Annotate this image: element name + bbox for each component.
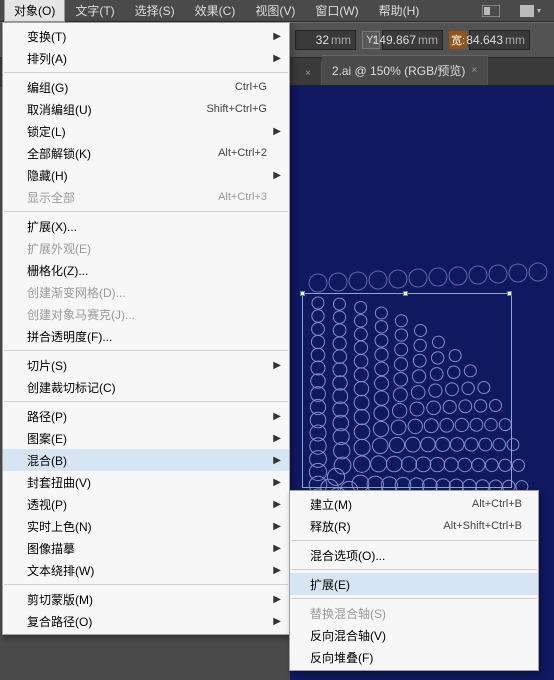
menu-item[interactable]: 复合路径(O)▶ <box>3 610 289 632</box>
workspace-switcher-icon[interactable] <box>518 3 544 19</box>
submenu-arrow-icon: ▶ <box>273 477 281 488</box>
submenu-item[interactable]: 扩展(E) <box>290 573 538 595</box>
menu-item[interactable]: 扩展(X)... <box>3 215 289 237</box>
selection-handle[interactable] <box>507 291 512 296</box>
menu-item[interactable]: 混合(B)▶ <box>3 449 289 471</box>
prev-tab-close[interactable]: × <box>295 62 322 85</box>
document-tab[interactable]: 2.ai @ 150% (RGB/预览) × <box>322 55 488 85</box>
menu-object[interactable]: 对象(O) <box>4 0 65 22</box>
submenu-item[interactable]: 反向堆叠(F) <box>290 646 538 668</box>
menu-item[interactable]: 取消编组(U)Shift+Ctrl+G <box>3 98 289 120</box>
object-menu: 变换(T)▶排列(A)▶ 编组(G)Ctrl+G取消编组(U)Shift+Ctrl… <box>2 22 290 635</box>
submenu-arrow-icon: ▶ <box>273 411 281 422</box>
menu-item: 创建渐变网格(D)... <box>3 281 289 303</box>
menu-item[interactable]: 封套扭曲(V)▶ <box>3 471 289 493</box>
menu-item[interactable]: 隐藏(H)▶ <box>3 164 289 186</box>
menu-item: 扩展外观(E) <box>3 237 289 259</box>
submenu-arrow-icon: ▶ <box>273 499 281 510</box>
menu-help[interactable]: 帮助(H) <box>369 0 430 22</box>
menubar: 对象(O) 文字(T) 选择(S) 效果(C) 视图(V) 窗口(W) 帮助(H… <box>0 0 554 22</box>
selection-handle[interactable] <box>403 291 408 296</box>
x-field[interactable]: 32mm <box>295 30 356 50</box>
submenu-arrow-icon: ▶ <box>273 126 281 137</box>
close-icon[interactable]: × <box>471 65 477 76</box>
width-field[interactable]: 84.643mm <box>469 30 530 50</box>
menu-item[interactable]: 路径(P)▶ <box>3 405 289 427</box>
submenu-arrow-icon: ▶ <box>273 565 281 576</box>
menu-item[interactable]: 切片(S)▶ <box>3 354 289 376</box>
menu-item[interactable]: 锁定(L)▶ <box>3 120 289 142</box>
menu-item[interactable]: 变换(T)▶ <box>3 25 289 47</box>
menu-select[interactable]: 选择(S) <box>125 0 185 22</box>
menu-window[interactable]: 窗口(W) <box>305 0 368 22</box>
menu-view[interactable]: 视图(V) <box>245 0 305 22</box>
menu-item[interactable]: 创建裁切标记(C) <box>3 376 289 398</box>
submenu-arrow-icon: ▶ <box>273 31 281 42</box>
submenu-arrow-icon: ▶ <box>273 53 281 64</box>
menu-type[interactable]: 文字(T) <box>65 0 124 22</box>
menu-item: 显示全部Alt+Ctrl+3 <box>3 186 289 208</box>
menu-item[interactable]: 透视(P)▶ <box>3 493 289 515</box>
menu-item: 创建对象马赛克(J)... <box>3 303 289 325</box>
submenu-arrow-icon: ▶ <box>273 616 281 627</box>
menu-item[interactable]: 栅格化(Z)... <box>3 259 289 281</box>
submenu-arrow-icon: ▶ <box>273 433 281 444</box>
submenu-item[interactable]: 建立(M)Alt+Ctrl+B <box>290 493 538 515</box>
y-field[interactable]: 149.867mm <box>382 30 443 50</box>
submenu-arrow-icon: ▶ <box>273 543 281 554</box>
menu-item[interactable]: 文本绕排(W)▶ <box>3 559 289 581</box>
selection-handle[interactable] <box>300 291 305 296</box>
layout-icon[interactable] <box>478 3 504 19</box>
submenu-item: 替换混合轴(S) <box>290 602 538 624</box>
selection-bounds <box>302 293 512 488</box>
submenu-item[interactable]: 释放(R)Alt+Shift+Ctrl+B <box>290 515 538 537</box>
menu-item[interactable]: 全部解锁(K)Alt+Ctrl+2 <box>3 142 289 164</box>
menu-item[interactable]: 剪切蒙版(M)▶ <box>3 588 289 610</box>
blend-submenu: 建立(M)Alt+Ctrl+B释放(R)Alt+Shift+Ctrl+B 混合选项… <box>289 490 539 671</box>
menu-item[interactable]: 实时上色(N)▶ <box>3 515 289 537</box>
menu-item[interactable]: 排列(A)▶ <box>3 47 289 69</box>
submenu-arrow-icon: ▶ <box>273 521 281 532</box>
menu-item[interactable]: 图案(E)▶ <box>3 427 289 449</box>
submenu-arrow-icon: ▶ <box>273 360 281 371</box>
menu-item[interactable]: 拼合透明度(F)... <box>3 325 289 347</box>
menu-item[interactable]: 图像描摹▶ <box>3 537 289 559</box>
submenu-arrow-icon: ▶ <box>273 594 281 605</box>
menu-effect[interactable]: 效果(C) <box>185 0 246 22</box>
menu-item[interactable]: 编组(G)Ctrl+G <box>3 76 289 98</box>
width-label: 宽: <box>449 31 467 49</box>
submenu-item[interactable]: 混合选项(O)... <box>290 544 538 566</box>
submenu-arrow-icon: ▶ <box>273 170 281 181</box>
submenu-arrow-icon: ▶ <box>273 455 281 466</box>
submenu-item[interactable]: 反向混合轴(V) <box>290 624 538 646</box>
tab-label: 2.ai @ 150% (RGB/预览) <box>332 62 466 79</box>
